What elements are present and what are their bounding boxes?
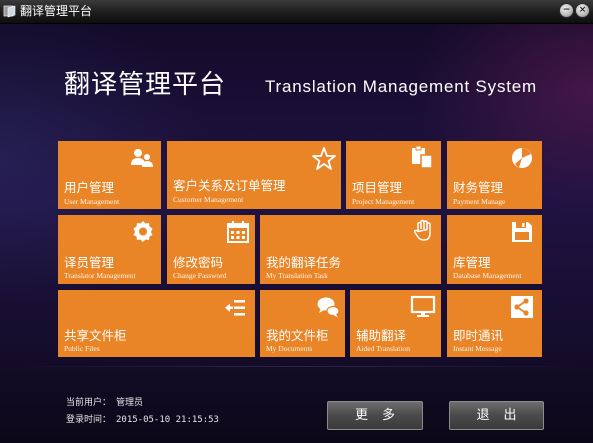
tile-sublabel: Payment Manage — [453, 197, 506, 206]
tile-sublabel: My Documents — [266, 344, 313, 353]
tile-label: 辅助翻译 — [356, 328, 407, 343]
tile-instant-message[interactable]: 即时通讯 Instant Message — [447, 290, 542, 357]
tile-label: 我的翻译任务 — [266, 255, 342, 270]
tile-aided-translation[interactable]: 辅助翻译 Aided Translation — [350, 290, 441, 357]
tile-label: 项目管理 — [352, 180, 403, 195]
window-title: 翻译管理平台 — [20, 4, 93, 18]
tile-label: 用户管理 — [64, 180, 115, 195]
close-button[interactable]: × — [575, 3, 590, 18]
tile-label: 库管理 — [453, 255, 491, 270]
title-bar[interactable]: 翻译管理平台 − × — [0, 0, 593, 24]
page-title: 翻译管理平台 — [64, 70, 227, 100]
tile-sublabel: Aided Translation — [356, 344, 410, 353]
tile-translator-management[interactable]: 译员管理 Translator Management — [58, 215, 161, 284]
tile-sublabel: Customer Management — [173, 195, 244, 204]
tile-customer-order-management[interactable]: 客户关系及订单管理 Customer Management — [167, 141, 341, 209]
tile-sublabel: Public Files — [64, 344, 100, 353]
tile-change-password[interactable]: 修改密码 Change Password — [167, 215, 255, 284]
tile-sublabel: Database Management — [453, 271, 522, 280]
tile-label: 客户关系及订单管理 — [173, 178, 286, 193]
app-icon — [3, 5, 16, 18]
tile-sublabel: Change Password — [173, 271, 227, 280]
app-window: 翻译管理平台 − × 翻译管理平台 Translation Management… — [0, 0, 593, 443]
tile-label: 我的文件柜 — [266, 328, 329, 343]
login-time-value: 2015-05-10 21:15:53 — [116, 415, 219, 425]
tile-label: 译员管理 — [64, 255, 115, 270]
footer-divider — [0, 366, 593, 367]
minimize-button[interactable]: − — [559, 3, 574, 18]
tile-my-documents[interactable]: 我的文件柜 My Documents — [260, 290, 345, 357]
tile-label: 修改密码 — [173, 255, 224, 270]
tile-public-files[interactable]: 共享文件柜 Public Files — [58, 290, 255, 357]
monitor-icon — [410, 295, 436, 317]
exit-button[interactable]: 退出 — [449, 401, 544, 430]
badge-icon — [133, 221, 153, 242]
tile-sublabel: User Management — [64, 197, 120, 206]
chat-icon — [317, 297, 340, 318]
pie-chart-icon — [512, 148, 532, 168]
share-icon — [511, 296, 533, 318]
clipboard-icon — [412, 145, 433, 169]
users-icon — [131, 149, 153, 167]
more-button-label: 更多 — [354, 408, 409, 423]
save-icon — [512, 222, 532, 242]
current-user-label: 当前用户： — [66, 398, 112, 408]
tile-sublabel: My Translation Task — [266, 271, 328, 280]
tile-finance-management[interactable]: 财务管理 Payment Manage — [447, 141, 542, 209]
tile-database-management[interactable]: 库管理 Database Management — [447, 215, 542, 284]
tile-label: 财务管理 — [453, 180, 504, 195]
list-arrow-icon — [225, 300, 245, 316]
hand-icon — [413, 219, 431, 241]
star-icon — [312, 147, 336, 170]
login-time-label: 登录时间： — [66, 415, 112, 425]
more-button[interactable]: 更多 — [327, 401, 423, 430]
calendar-icon — [227, 221, 249, 243]
tile-label: 共享文件柜 — [64, 328, 127, 343]
tile-sublabel: Instant Message — [453, 344, 502, 353]
tile-label: 即时通讯 — [453, 328, 504, 343]
tile-my-translation-task[interactable]: 我的翻译任务 My Translation Task — [260, 215, 441, 284]
exit-button-label: 退出 — [476, 408, 531, 423]
tile-user-management[interactable]: 用户管理 User Management — [58, 141, 161, 209]
tile-sublabel: Project Management — [352, 197, 415, 206]
tile-project-management[interactable]: 项目管理 Project Management — [346, 141, 441, 209]
current-user-value: 管理员 — [116, 398, 144, 408]
tile-sublabel: Translator Management — [64, 271, 136, 280]
page-subtitle: Translation Management System — [265, 77, 538, 96]
